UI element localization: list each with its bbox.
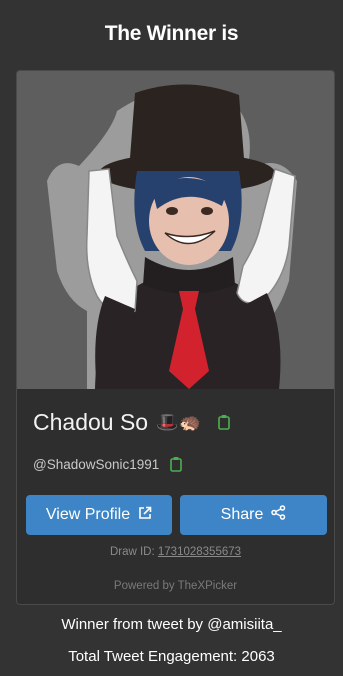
share-icon xyxy=(271,505,286,525)
winner-card: Chadou So 🎩🦔 @ShadowSonic1991 View Profi… xyxy=(16,70,335,605)
winner-name: Chadou So xyxy=(33,408,149,435)
view-profile-label: View Profile xyxy=(45,506,131,523)
winner-handle: @ShadowSonic1991 xyxy=(33,456,160,472)
share-label: Share xyxy=(220,506,264,523)
draw-id: Draw ID: 1731028355673 xyxy=(17,546,334,558)
draw-id-link[interactable]: 1731028355673 xyxy=(158,546,241,558)
winner-name-row: Chadou So 🎩🦔 xyxy=(33,405,231,439)
winner-name-emojis: 🎩🦔 xyxy=(156,411,201,432)
winner-avatar xyxy=(17,71,334,389)
winner-handle-row: @ShadowSonic1991 xyxy=(33,454,183,474)
engagement-text: Total Tweet Engagement: 2063 xyxy=(68,648,275,665)
external-link-icon xyxy=(138,506,152,525)
copy-name-icon[interactable] xyxy=(217,414,231,430)
share-button[interactable]: Share xyxy=(180,495,327,535)
tweet-source-text: Winner from tweet by @amisiita_ xyxy=(61,616,282,633)
powered-by[interactable]: Powered by TheXPicker xyxy=(17,580,334,592)
view-profile-button[interactable]: View Profile xyxy=(26,495,172,535)
copy-handle-icon[interactable] xyxy=(169,456,183,472)
page-title: The Winner is xyxy=(104,22,239,45)
draw-id-label: Draw ID: xyxy=(109,546,155,558)
